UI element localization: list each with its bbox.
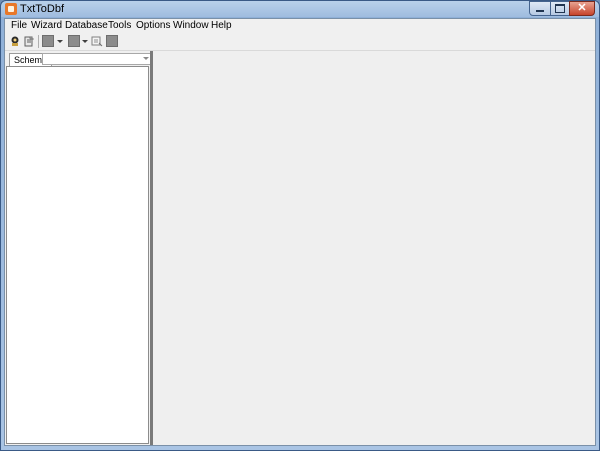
- disabled-icon[interactable]: [106, 35, 118, 47]
- client-area: File Wizard Database Tools Options Windo…: [4, 18, 596, 446]
- minimize-button[interactable]: [529, 1, 551, 16]
- maximize-icon: [555, 4, 565, 13]
- menu-database[interactable]: Database: [65, 19, 108, 33]
- wizard-icon[interactable]: [9, 35, 21, 47]
- menu-options[interactable]: Options: [136, 19, 170, 33]
- toolbar-separator: [38, 35, 39, 48]
- app-icon[interactable]: [5, 3, 17, 15]
- menu-help[interactable]: Help: [211, 19, 232, 33]
- close-button[interactable]: ✕: [569, 1, 595, 16]
- window-title: TxtToDbf: [20, 3, 65, 15]
- chevron-down-icon[interactable]: [143, 57, 149, 60]
- menu-bar: File Wizard Database Tools Options Windo…: [5, 19, 595, 33]
- app-window: TxtToDbf ✕ File Wizard Database Tools Op…: [0, 0, 600, 451]
- disabled-icon[interactable]: [68, 35, 80, 47]
- minimize-icon: [536, 10, 544, 12]
- mdi-workspace: [153, 51, 595, 445]
- schema-dropdown[interactable]: [42, 53, 152, 65]
- close-icon: ✕: [577, 2, 587, 14]
- disabled-icon[interactable]: [42, 35, 54, 47]
- schema-panel: Schema: [5, 51, 152, 445]
- menu-window[interactable]: Window: [173, 19, 209, 33]
- preview-icon[interactable]: [91, 35, 103, 47]
- menu-wizard[interactable]: Wizard: [31, 19, 62, 33]
- title-bar[interactable]: TxtToDbf ✕: [1, 1, 599, 18]
- menu-file[interactable]: File: [11, 19, 27, 33]
- menu-tools[interactable]: Tools: [108, 19, 131, 33]
- dropdown-arrow-icon[interactable]: [82, 40, 88, 43]
- maximize-button[interactable]: [550, 1, 570, 16]
- toolbar: [5, 33, 595, 51]
- edit-icon[interactable]: [23, 35, 35, 47]
- dropdown-arrow-icon[interactable]: [57, 40, 63, 43]
- schema-tree[interactable]: [6, 66, 149, 444]
